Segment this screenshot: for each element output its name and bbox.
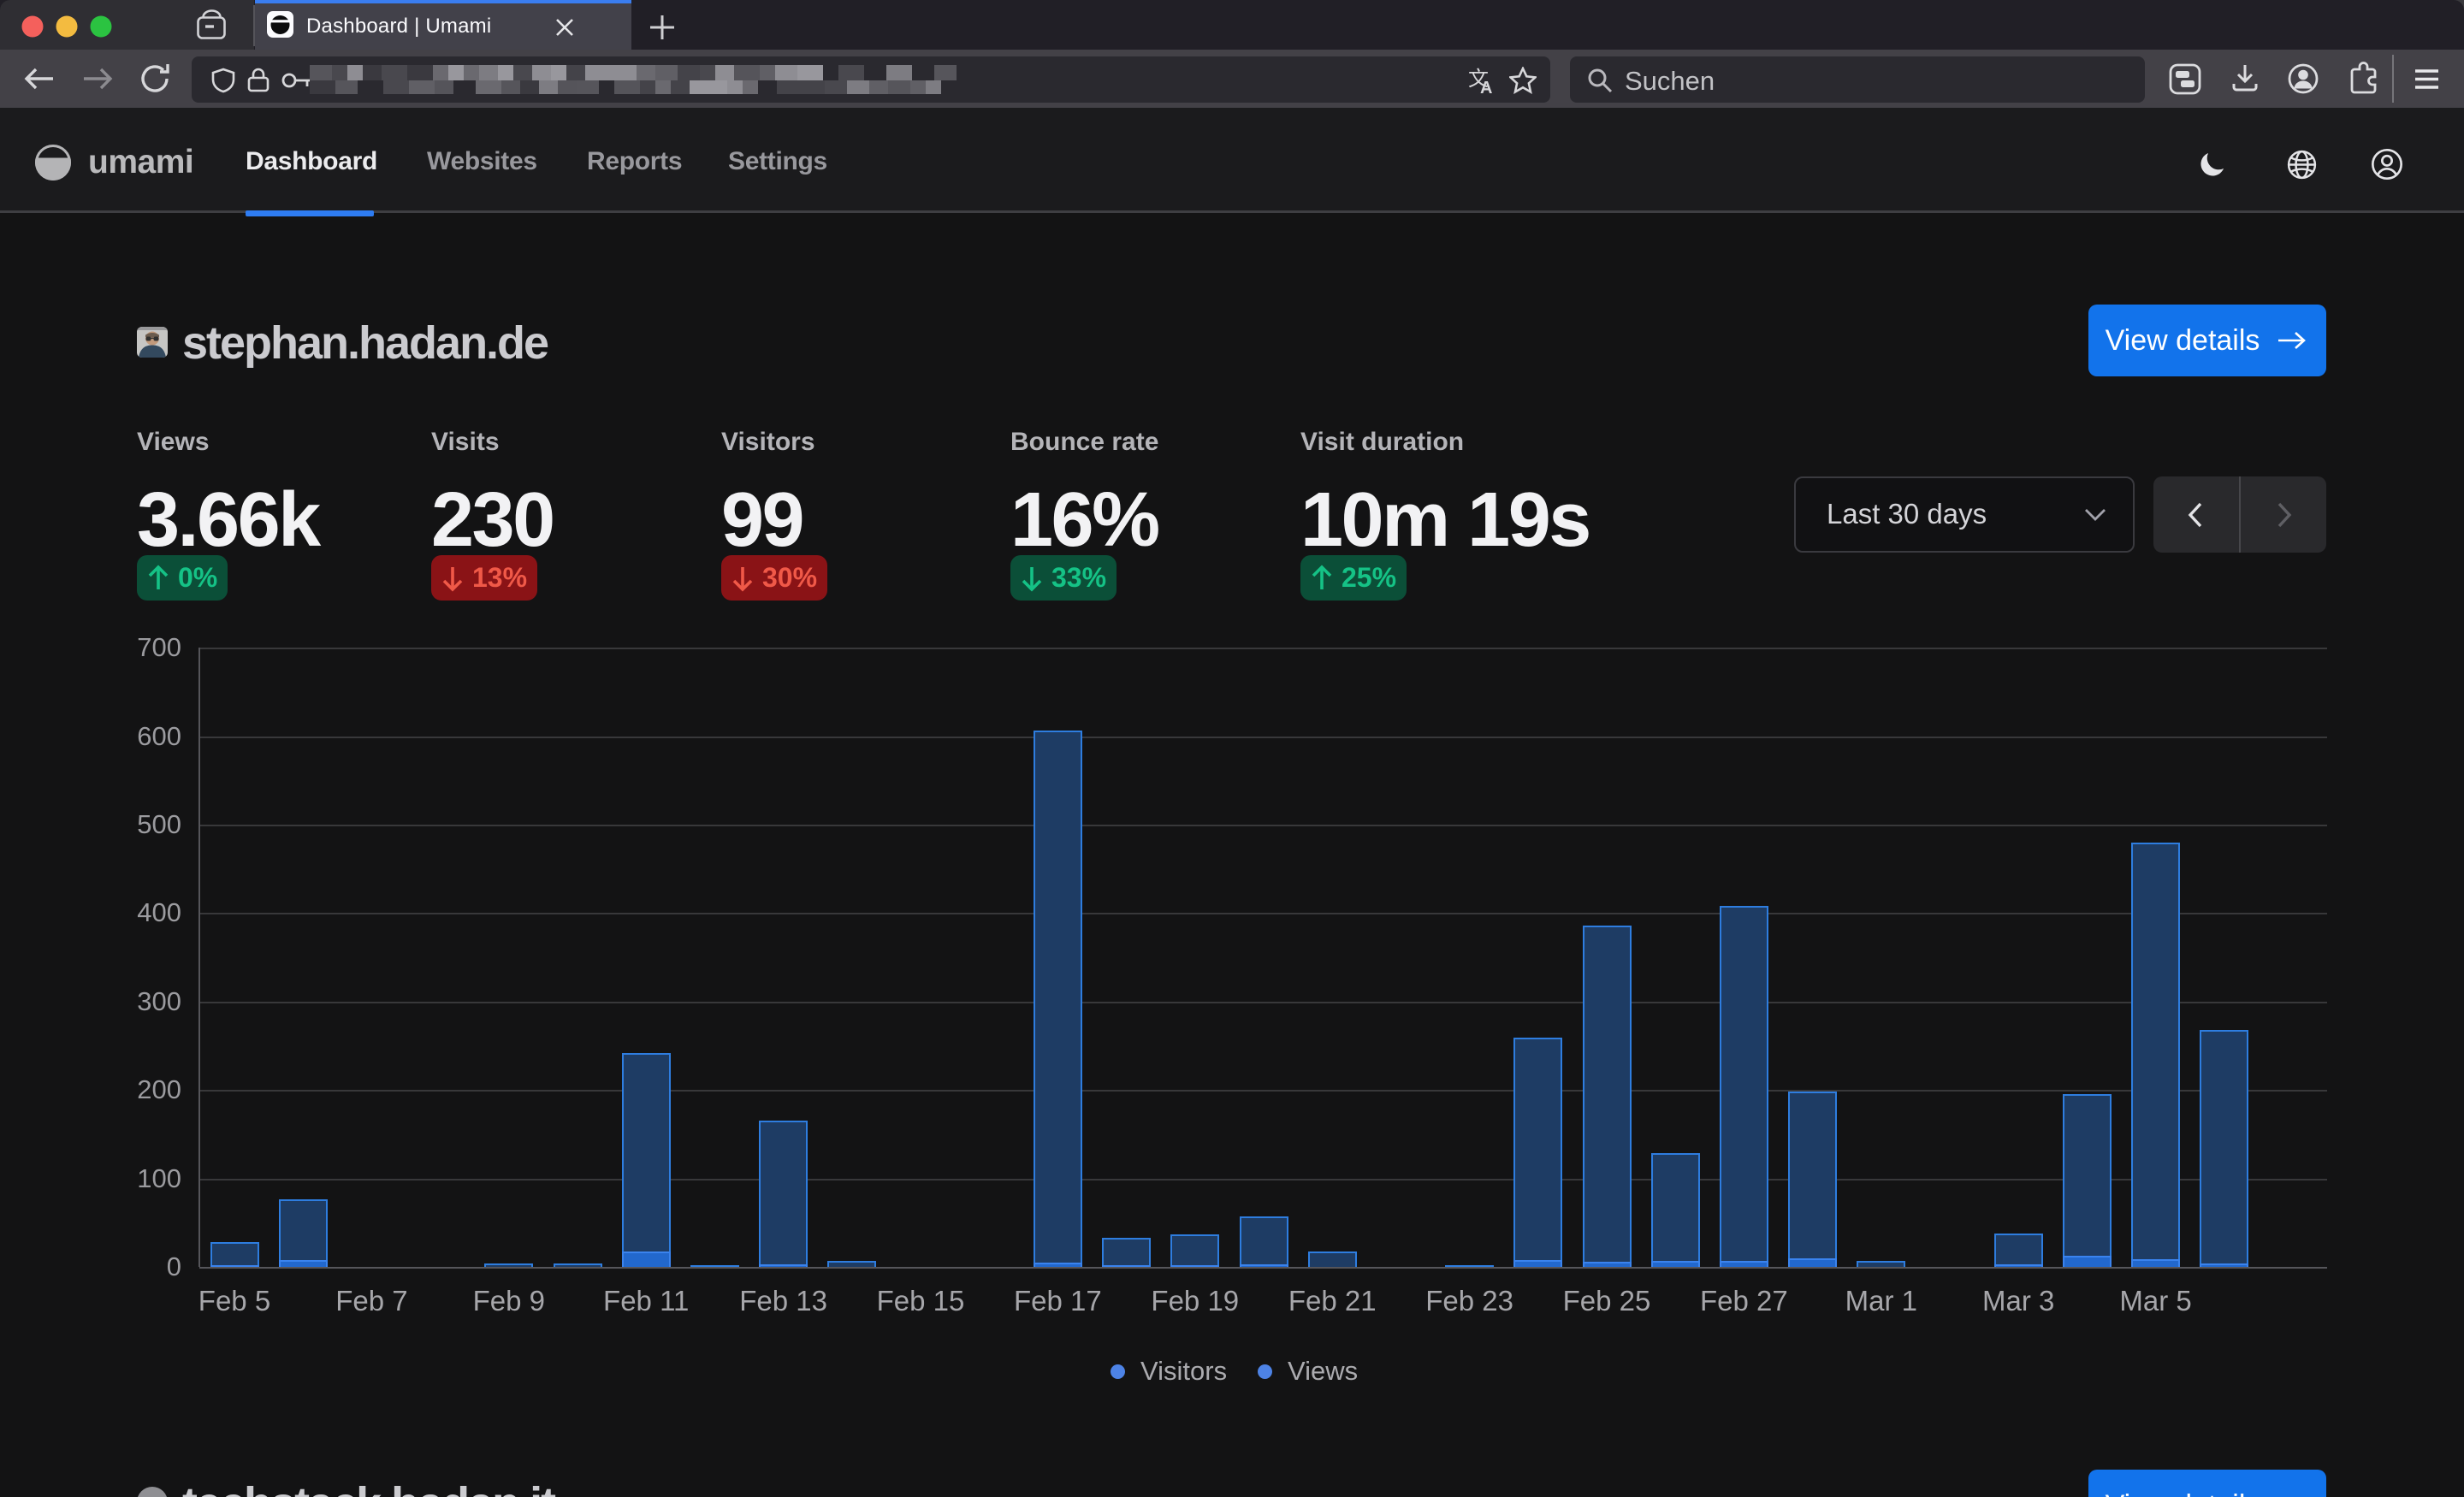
svg-text:A: A (1480, 79, 1492, 94)
